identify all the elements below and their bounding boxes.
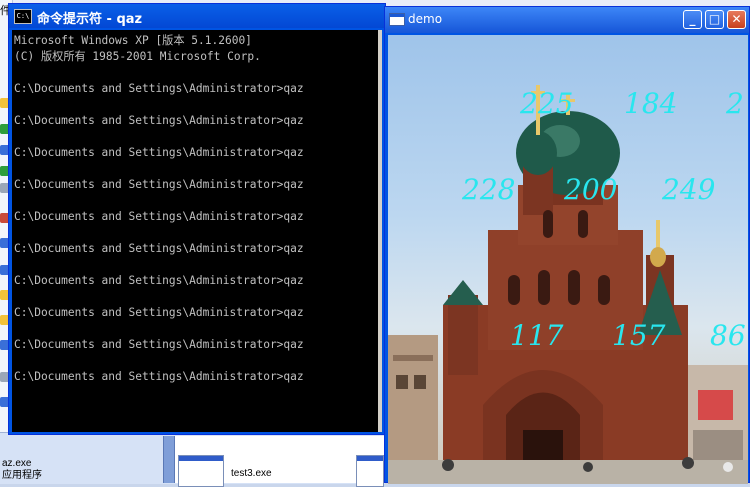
cmd-titlebar[interactable]: C:\ 命令提示符 - qaz: [9, 4, 385, 28]
maximize-button[interactable]: □: [705, 10, 724, 29]
pixel-value: 228: [462, 173, 516, 206]
console-scrollbar[interactable]: [378, 30, 382, 432]
file-thumbnail[interactable]: [356, 455, 384, 487]
command-prompt-window[interactable]: C:\ 命令提示符 - qaz Microsoft Windows XP [版本…: [8, 3, 386, 435]
pane-splitter[interactable]: [163, 436, 175, 483]
pixel-value: 2: [726, 87, 744, 120]
file-label[interactable]: test3.exe: [231, 468, 272, 479]
pixel-value: 200: [564, 173, 618, 206]
demo-window-title: demo: [408, 12, 443, 26]
demo-window[interactable]: demo _ □ ✕ 225 184 2 228 200 249 117 157…: [384, 6, 750, 484]
file-name: az.exe: [2, 458, 32, 469]
file-type: 应用程序: [2, 470, 42, 481]
window-icon: [389, 13, 405, 26]
file-item[interactable]: az.exe 应用程序: [2, 458, 42, 482]
console-output[interactable]: Microsoft Windows XP [版本 5.1.2600] (C) 版…: [12, 30, 382, 432]
close-button[interactable]: ✕: [727, 10, 746, 29]
console-text: Microsoft Windows XP [版本 5.1.2600] (C) 版…: [14, 34, 304, 383]
console-icon: C:\: [14, 9, 32, 24]
pixel-value: 184: [624, 87, 678, 120]
pixel-value: 86: [710, 319, 746, 352]
minimize-button[interactable]: _: [683, 10, 702, 29]
cmd-window-title: 命令提示符 - qaz: [37, 12, 143, 27]
demo-titlebar[interactable]: demo _ □ ✕: [385, 7, 749, 33]
file-thumbnail[interactable]: [178, 455, 224, 487]
pixel-value: 117: [510, 319, 564, 352]
pixel-value: 249: [662, 173, 716, 206]
pixel-value: 157: [612, 319, 666, 352]
demo-image-canvas: 225 184 2 228 200 249 117 157 86: [388, 35, 748, 484]
pixel-value: 225: [520, 87, 574, 120]
